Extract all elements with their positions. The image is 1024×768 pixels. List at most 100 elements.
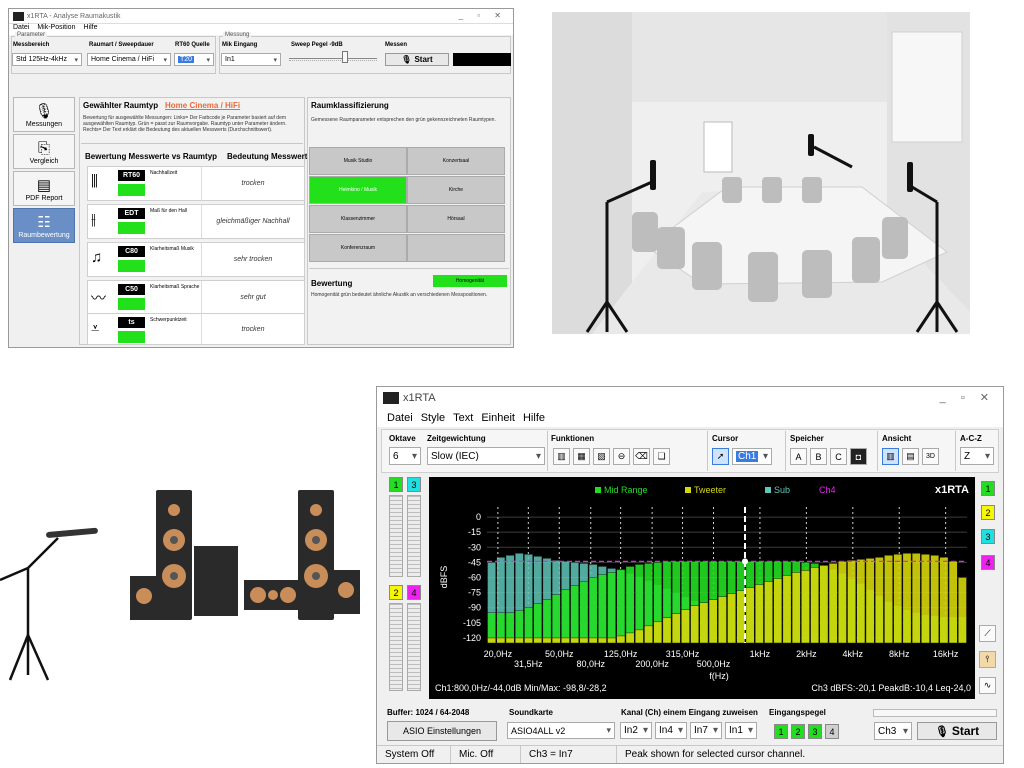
legend-swatch: [595, 487, 601, 493]
soundkarte-select[interactable]: ASIO4ALL v2: [507, 722, 615, 739]
spectrum-bar: [524, 637, 533, 644]
spectrum-bar: [634, 629, 644, 644]
input-ch2-select[interactable]: In4: [655, 722, 687, 739]
music-note-icon: ♫: [91, 249, 103, 266]
input-ch3-select[interactable]: In7: [690, 722, 722, 739]
copy-icon[interactable]: ❏: [653, 448, 670, 465]
bar-view-icon[interactable]: ▥: [882, 448, 899, 465]
bar-chart-icon[interactable]: ▥: [553, 448, 570, 465]
spectrum-bar: [551, 637, 561, 644]
spectrum-bar: [561, 637, 570, 644]
sweep-level-label: Sweep Pegel -9dB: [291, 42, 343, 48]
clear-icon[interactable]: ⌫: [633, 448, 650, 465]
start-channel-value: Ch3: [878, 725, 897, 737]
memory-c-button[interactable]: C: [830, 448, 847, 465]
channel-label: 4: [411, 587, 417, 598]
room-empty: [407, 234, 505, 262]
spectrum-bar: [754, 584, 764, 644]
spectrum-bar: [847, 560, 856, 644]
y-tick-label: -105: [463, 618, 481, 628]
memory-b-button[interactable]: B: [810, 448, 827, 465]
level-meter: [453, 53, 511, 66]
memory-a-button[interactable]: A: [790, 448, 807, 465]
microphone-icon: 🎙: [934, 725, 949, 738]
rt60-source-select[interactable]: T20: [174, 53, 214, 66]
channel-label: 1: [985, 483, 991, 494]
asio-settings-button[interactable]: ASIO Einstellungen: [387, 721, 497, 741]
menu-hilfe[interactable]: Hilfe: [523, 412, 545, 424]
spectrum-bar: [625, 566, 635, 644]
window-controls-icon[interactable]: _ ▫ ✕: [459, 9, 507, 23]
menu-einheit[interactable]: Einheit: [481, 412, 515, 424]
microphone-icon: 🎙: [34, 103, 54, 120]
cursor-channel-select[interactable]: Ch1: [732, 448, 772, 465]
edt-hall-icon: ⫲: [91, 211, 96, 228]
waterfall-icon[interactable]: ⫯: [979, 651, 996, 668]
microphone-icon: 🎙: [401, 55, 412, 64]
y-tick-label: 0: [476, 512, 481, 522]
waveform-icon[interactable]: ∿: [979, 677, 996, 694]
spectrum-bar: [561, 589, 570, 644]
metric-evaluation: sehr gut: [201, 281, 304, 314]
spectrum-bar: [911, 553, 921, 644]
spectrum-bar: [718, 596, 727, 644]
bar-chart-hold-icon[interactable]: ▧: [593, 448, 610, 465]
spectrum-bar: [533, 637, 543, 644]
visible-ch3-button[interactable]: 3: [981, 529, 995, 544]
nav-raumbewertung[interactable]: ☷ Raumbewertung: [13, 208, 75, 243]
channel-4-button[interactable]: 4: [407, 585, 421, 600]
analysis-start-label: Start: [414, 55, 433, 64]
nav-pdf-report[interactable]: ▤ PDF Report: [13, 171, 75, 206]
channel-4-slider[interactable]: [407, 603, 421, 691]
channel-2-button[interactable]: 2: [389, 585, 403, 600]
channel-1-button[interactable]: 1: [389, 477, 403, 492]
3d-view-button[interactable]: 3D: [922, 448, 939, 465]
zeitgewichtung-select[interactable]: Slow (IEC): [427, 447, 545, 465]
line-graph-icon[interactable]: ⟋: [979, 625, 996, 642]
rooms-divider: [309, 268, 509, 269]
visible-ch4-button[interactable]: 4: [981, 555, 995, 570]
spectrum-bar: [948, 561, 958, 644]
rta-start-button[interactable]: 🎙 Start: [917, 722, 997, 740]
sweep-level-thumb[interactable]: [342, 51, 348, 63]
channel-2-slider[interactable]: [389, 603, 403, 691]
mic-input-select[interactable]: In1: [221, 53, 281, 66]
input-ch1-select[interactable]: In2: [620, 722, 652, 739]
line-view-icon[interactable]: ▤: [902, 448, 919, 465]
menu-style[interactable]: Style: [421, 412, 445, 424]
spectrum-bar: [773, 578, 783, 644]
sweep-level-slider[interactable]: [289, 58, 377, 61]
toolbar-separator: [707, 431, 708, 471]
nav-messungen[interactable]: 🎙 Messungen: [13, 97, 75, 132]
range-select[interactable]: Std 125Hz-4kHz: [12, 53, 82, 66]
metric-row-rt60: ⫼ RT60 Nachhallzeit trocken: [87, 166, 305, 201]
analysis-start-button[interactable]: 🎙 Start: [385, 53, 449, 66]
channel-1-slider[interactable]: [389, 495, 403, 577]
channel-3-button[interactable]: 3: [407, 477, 421, 492]
start-channel-select[interactable]: Ch3: [874, 722, 912, 740]
oktave-select[interactable]: 6: [389, 447, 421, 465]
spectrum-bar: [782, 575, 792, 644]
nav-vergleich[interactable]: ⎘ Vergleich: [13, 134, 75, 169]
toolbar-separator: [877, 431, 878, 471]
window-controls-icon[interactable]: _ ▫ ✕: [940, 387, 995, 409]
channel-3-slider[interactable]: [407, 495, 421, 577]
soundkarte-label: Soundkarte: [509, 708, 554, 717]
weighting-select[interactable]: Z: [960, 447, 994, 465]
memory-save-icon[interactable]: ◘: [850, 448, 867, 465]
menu-hilfe[interactable]: Hilfe: [83, 24, 97, 35]
metric-abbr: C50: [118, 284, 145, 295]
spectrum-bar: [570, 637, 580, 644]
visible-ch1-button[interactable]: 1: [981, 481, 995, 496]
channel-label: 3: [411, 479, 417, 490]
menu-datei[interactable]: Datei: [387, 412, 413, 424]
spectrum-bar: [579, 581, 589, 644]
cursor-pointer-icon[interactable]: ➚: [712, 448, 729, 465]
bar-chart-peak-icon[interactable]: ▦: [573, 448, 590, 465]
minus-circle-icon[interactable]: ⊖: [613, 448, 630, 465]
visible-ch2-button[interactable]: 2: [981, 505, 995, 520]
input-ch4-select[interactable]: In1: [725, 722, 757, 739]
menu-text[interactable]: Text: [453, 412, 473, 424]
x-tick-label: 80,0Hz: [576, 659, 605, 669]
room-select[interactable]: Home Cinema / HiFi: [87, 53, 171, 66]
